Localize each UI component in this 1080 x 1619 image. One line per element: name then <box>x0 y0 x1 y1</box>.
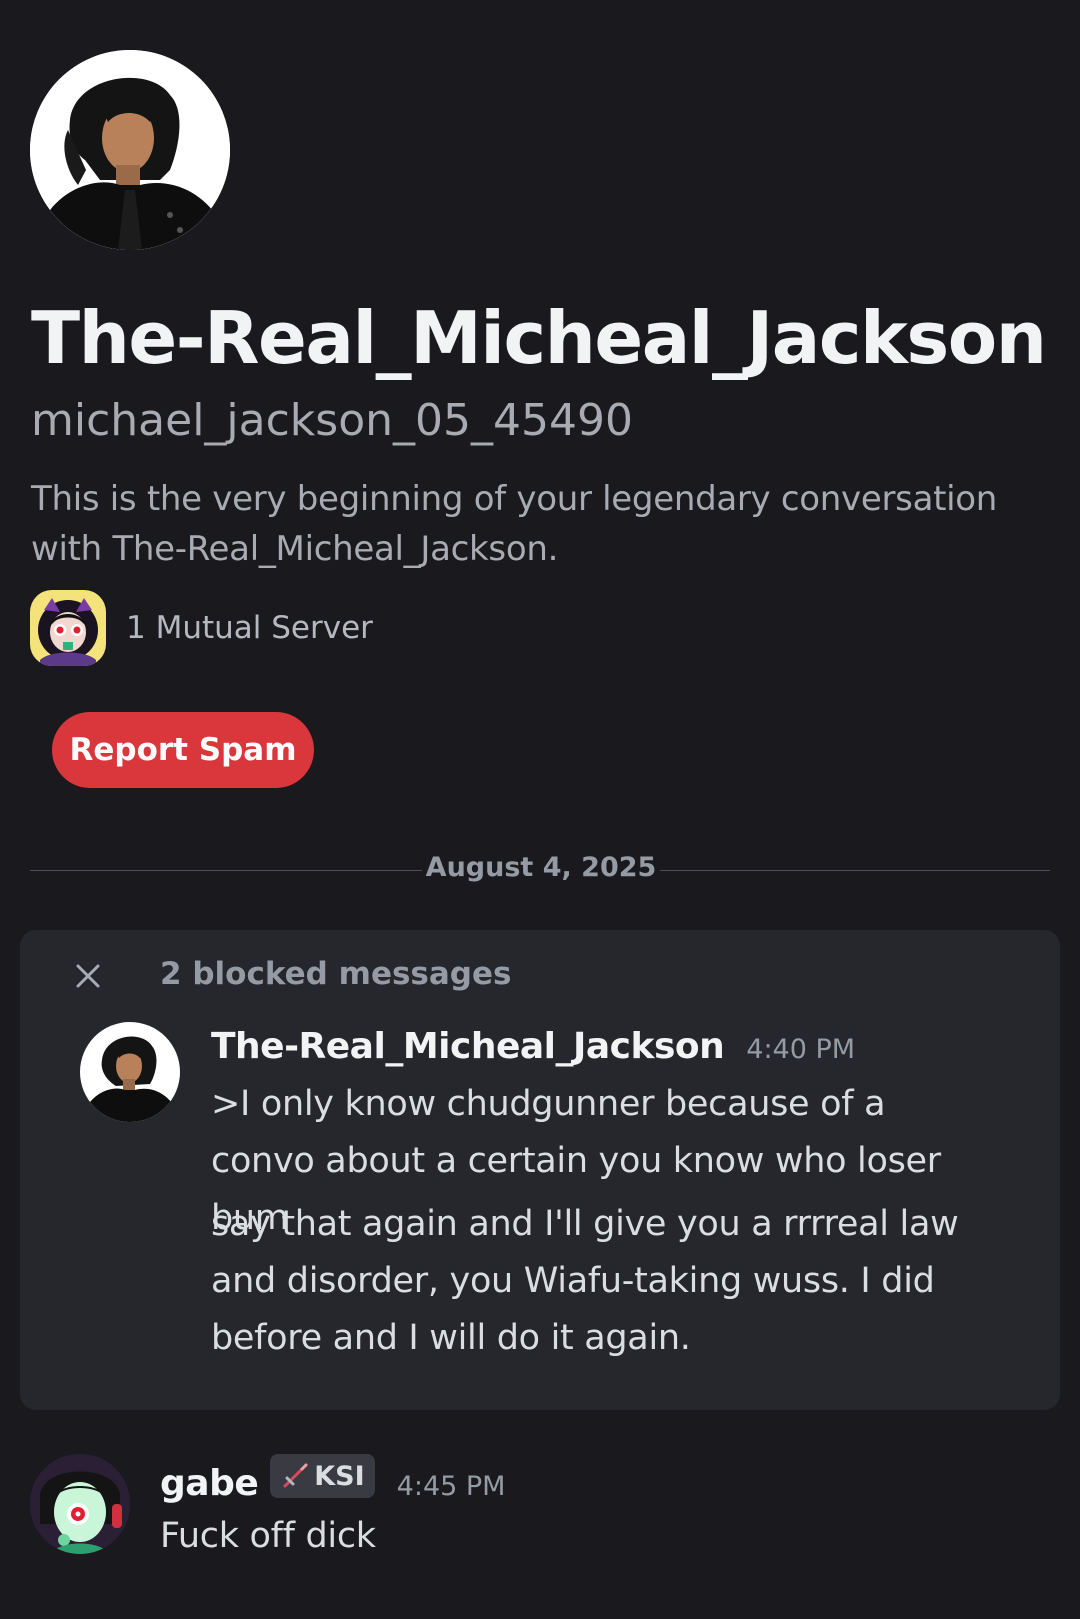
message-author[interactable]: The-Real_Micheal_Jackson <box>211 1026 725 1067</box>
server-tag[interactable]: KSI <box>270 1454 375 1498</box>
message-timestamp: 4:45 PM <box>396 1471 506 1502</box>
date-divider-label: August 4, 2025 <box>425 852 657 883</box>
divider-line <box>660 870 1050 871</box>
close-icon[interactable] <box>68 956 108 996</box>
message-text: Fuck off dick <box>160 1516 376 1556</box>
divider-line <box>30 870 422 871</box>
report-spam-button[interactable]: Report Spam <box>52 712 314 788</box>
mutual-servers-label: 1 Mutual Server <box>126 610 373 646</box>
date-divider: August 4, 2025 <box>30 850 1050 890</box>
message-header: The-Real_Micheal_Jackson 4:40 PM <box>211 1026 855 1067</box>
dm-channel: The-Real_Micheal_Jackson michael_jackson… <box>0 0 1080 1619</box>
user-avatar[interactable] <box>30 1454 130 1554</box>
profile-display-name: The-Real_Micheal_Jackson <box>31 296 1047 380</box>
server-icon <box>30 590 106 666</box>
message-text: say that again and I'll give you a rrrre… <box>211 1204 959 1358</box>
sword-icon <box>283 1463 308 1488</box>
profile-avatar[interactable] <box>30 50 230 250</box>
blocked-messages-toggle[interactable]: 2 blocked messages <box>160 956 511 992</box>
message-timestamp: 4:40 PM <box>746 1034 856 1065</box>
message-author[interactable]: gabe <box>160 1463 259 1504</box>
profile-avatar-image <box>30 50 230 250</box>
server-tag-label: KSI <box>314 1460 365 1492</box>
blocked-messages-panel: 2 blocked messages The-Real_Micheal_Jack… <box>20 930 1060 1410</box>
conversation-intro: This is the very beginning of your legen… <box>31 479 998 569</box>
message-author-avatar[interactable] <box>80 1022 180 1122</box>
mutual-servers[interactable]: 1 Mutual Server <box>30 590 373 666</box>
message-header: gabe KSI 4:45 PM <box>160 1454 506 1504</box>
profile-username: michael_jackson_05_45490 <box>31 395 633 446</box>
